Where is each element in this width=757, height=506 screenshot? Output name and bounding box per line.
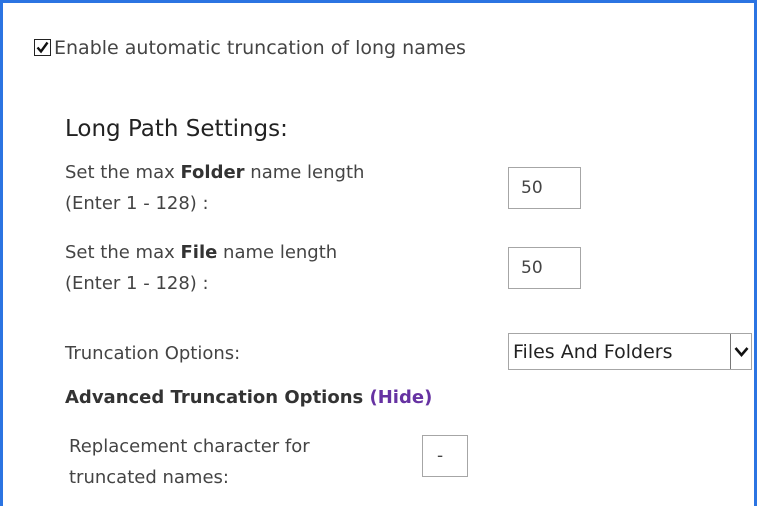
checkmark-icon bbox=[36, 41, 49, 54]
replacement-char-input[interactable] bbox=[422, 435, 468, 477]
truncation-options-label: Truncation Options: bbox=[65, 343, 241, 364]
replacement-char-label: Replacement character for truncated name… bbox=[69, 431, 409, 493]
file-length-input[interactable] bbox=[508, 247, 581, 289]
section-title: Long Path Settings: bbox=[65, 116, 288, 142]
enable-truncation-label: Enable automatic truncation of long name… bbox=[54, 37, 466, 59]
truncation-options-select[interactable]: Files And Folders bbox=[508, 333, 752, 370]
settings-panel: Enable automatic truncation of long name… bbox=[0, 0, 757, 506]
replacement-char-label-line1: Replacement character for bbox=[69, 436, 310, 457]
enable-truncation-checkbox[interactable] bbox=[34, 39, 51, 56]
folder-length-label: Set the max Folder name length (Enter 1 … bbox=[65, 157, 485, 219]
chevron-down-icon bbox=[734, 347, 748, 357]
folder-keyword: Folder bbox=[180, 162, 245, 183]
file-length-label: Set the max File name length (Enter 1 - … bbox=[65, 237, 485, 299]
file-length-range: (Enter 1 - 128) : bbox=[65, 273, 209, 294]
hide-advanced-link[interactable]: (Hide) bbox=[370, 387, 433, 408]
dropdown-button[interactable] bbox=[730, 334, 751, 369]
truncation-options-value: Files And Folders bbox=[513, 340, 673, 363]
advanced-options-title: Advanced Truncation Options (Hide) bbox=[65, 387, 433, 408]
file-length-label-line1: Set the max File name length bbox=[65, 242, 338, 263]
file-keyword: File bbox=[180, 242, 218, 263]
replacement-char-label-line2: truncated names: bbox=[69, 467, 229, 488]
folder-length-label-line1: Set the max Folder name length bbox=[65, 162, 365, 183]
folder-length-range: (Enter 1 - 128) : bbox=[65, 193, 209, 214]
folder-length-input[interactable] bbox=[508, 167, 581, 209]
